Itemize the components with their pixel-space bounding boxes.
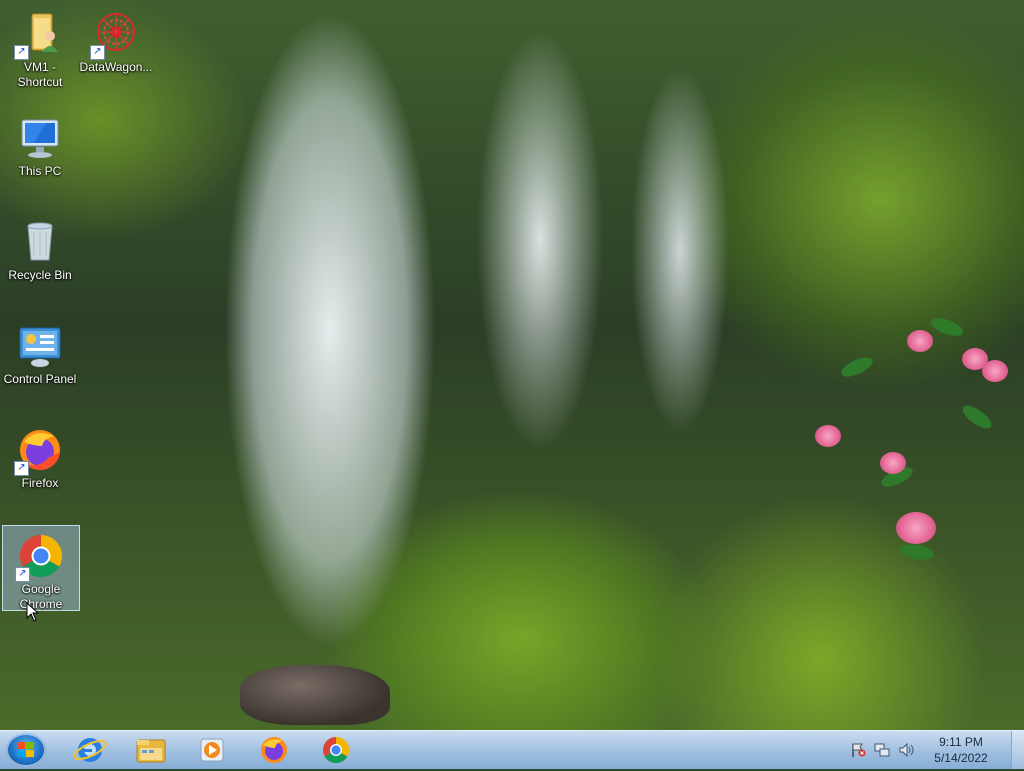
internet-explorer-icon: [73, 738, 107, 762]
volume-icon[interactable]: [898, 742, 914, 758]
recycle-bin-icon: [16, 218, 64, 266]
desktop-icon-control-panel[interactable]: Control Panel: [2, 316, 78, 386]
taskbar-media-player-button[interactable]: [190, 734, 234, 766]
shortcut-arrow-icon: ↗: [14, 45, 29, 60]
shortcut-arrow-icon: ↗: [90, 45, 105, 60]
show-desktop-button[interactable]: [1011, 731, 1024, 769]
desktop-icon-firefox[interactable]: ↗ Firefox: [2, 420, 78, 490]
system-tray: 9:11 PM 5/14/2022: [850, 731, 1010, 769]
windows-logo-icon: [17, 742, 35, 758]
desktop-icon-label: This PC: [18, 164, 62, 178]
datawagon-icon: ↗: [90, 10, 140, 60]
folder-user-icon: ↗: [14, 10, 64, 60]
taskbar: 9:11 PM 5/14/2022: [0, 730, 1024, 769]
wallpaper-flower: [880, 452, 906, 474]
desktop-icon-label: VM1 - Shortcut: [17, 60, 63, 89]
wallpaper-flower: [907, 330, 933, 352]
desktop-icon-label: DataWagon...: [79, 60, 153, 74]
media-player-icon: [200, 738, 224, 762]
firefox-icon: [261, 737, 287, 763]
wallpaper-flower: [982, 360, 1008, 382]
network-icon[interactable]: [874, 742, 890, 758]
taskbar-file-explorer-button[interactable]: [129, 734, 173, 766]
shortcut-arrow-icon: ↗: [14, 461, 29, 476]
control-panel-icon: [16, 322, 64, 370]
wallpaper-flower: [815, 425, 841, 447]
taskbar-clock[interactable]: 9:11 PM 5/14/2022: [922, 734, 1000, 766]
desktop-icon-label: Control Panel: [3, 372, 77, 386]
shortcut-arrow-icon: ↗: [15, 567, 30, 582]
desktop-icon-datawagon[interactable]: ↗ DataWagon...: [78, 4, 154, 74]
desktop-wallpaper: [0, 0, 1024, 730]
wallpaper-flower: [896, 512, 936, 544]
taskbar-chrome-button[interactable]: [314, 734, 358, 766]
taskbar-internet-explorer-button[interactable]: [68, 734, 112, 766]
clock-date: 5/14/2022: [934, 751, 988, 765]
desktop-icon-label: Firefox: [21, 476, 59, 490]
desktop-icon-label: Google Chrome: [19, 582, 63, 611]
taskbar-firefox-button[interactable]: [252, 734, 296, 766]
computer-monitor-icon: [16, 114, 64, 162]
start-button[interactable]: [6, 733, 46, 767]
chrome-icon: [323, 736, 350, 764]
clock-time: 9:11 PM: [939, 735, 983, 749]
desktop-icon-vm1-shortcut[interactable]: ↗ VM1 - Shortcut: [2, 4, 78, 89]
wallpaper-rock: [240, 665, 390, 725]
desktop-icon-label: Recycle Bin: [8, 268, 72, 282]
desktop-icon-recycle-bin[interactable]: Recycle Bin: [2, 212, 78, 282]
desktop-icon-this-pc[interactable]: This PC: [2, 108, 78, 178]
desktop-icon-google-chrome[interactable]: ↗ Google Chrome: [2, 525, 80, 611]
action-center-flag-icon[interactable]: [850, 742, 866, 758]
firefox-icon: ↗: [14, 426, 64, 476]
folder-icon: [136, 739, 166, 763]
chrome-icon: ↗: [15, 532, 65, 582]
